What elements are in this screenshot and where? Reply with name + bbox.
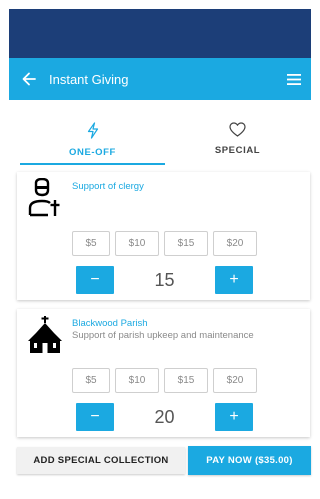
arrow-left-icon[interactable] (9, 58, 49, 100)
amount-option[interactable]: $10 (115, 231, 159, 256)
amount-option[interactable]: $20 (213, 368, 257, 393)
clergy-icon (26, 177, 62, 218)
amount-options: $5 $10 $15 $20 (72, 231, 257, 256)
pay-now-button[interactable]: PAY NOW ($35.00) (188, 446, 311, 475)
amount-option[interactable]: $10 (115, 368, 159, 393)
app-bar: Instant Giving (9, 58, 311, 100)
giving-card: Blackwood Parish Support of parish upkee… (17, 309, 310, 437)
amount-option[interactable]: $15 (164, 368, 208, 393)
card-title: Support of clergy (72, 181, 144, 192)
tab-bar: ONE-OFF SPECIAL (20, 118, 310, 166)
tab-special[interactable]: SPECIAL (165, 118, 310, 166)
amount-option[interactable]: $5 (72, 368, 110, 393)
quantity-stepper: − 15 + (76, 266, 253, 294)
amount-option[interactable]: $15 (164, 231, 208, 256)
page-title: Instant Giving (49, 71, 129, 87)
card-description: Support of parish upkeep and maintenance (72, 330, 254, 341)
giving-card: Support of clergy $5 $10 $15 $20 − 15 + (17, 172, 310, 300)
quantity-stepper: − 20 + (76, 403, 253, 431)
add-special-collection-button[interactable]: ADD SPECIAL COLLECTION (17, 447, 185, 474)
church-icon (26, 315, 62, 355)
card-title: Blackwood Parish (72, 318, 148, 329)
tab-label: ONE-OFF (69, 147, 116, 158)
decrement-button[interactable]: − (76, 266, 114, 294)
hamburger-menu-icon[interactable] (277, 58, 311, 100)
tab-label: SPECIAL (214, 145, 261, 156)
amount-option[interactable]: $20 (213, 231, 257, 256)
active-tab-indicator (20, 163, 165, 165)
amount-option[interactable]: $5 (72, 231, 110, 256)
decrement-button[interactable]: − (76, 403, 114, 431)
status-bar (9, 9, 311, 58)
heart-icon (229, 122, 246, 142)
quantity-value: 20 (154, 406, 175, 427)
increment-button[interactable]: + (215, 266, 253, 294)
amount-options: $5 $10 $15 $20 (72, 368, 257, 393)
tab-one-off[interactable]: ONE-OFF (20, 118, 165, 166)
quantity-value: 15 (154, 269, 175, 290)
lightning-icon (86, 122, 100, 144)
increment-button[interactable]: + (215, 403, 253, 431)
